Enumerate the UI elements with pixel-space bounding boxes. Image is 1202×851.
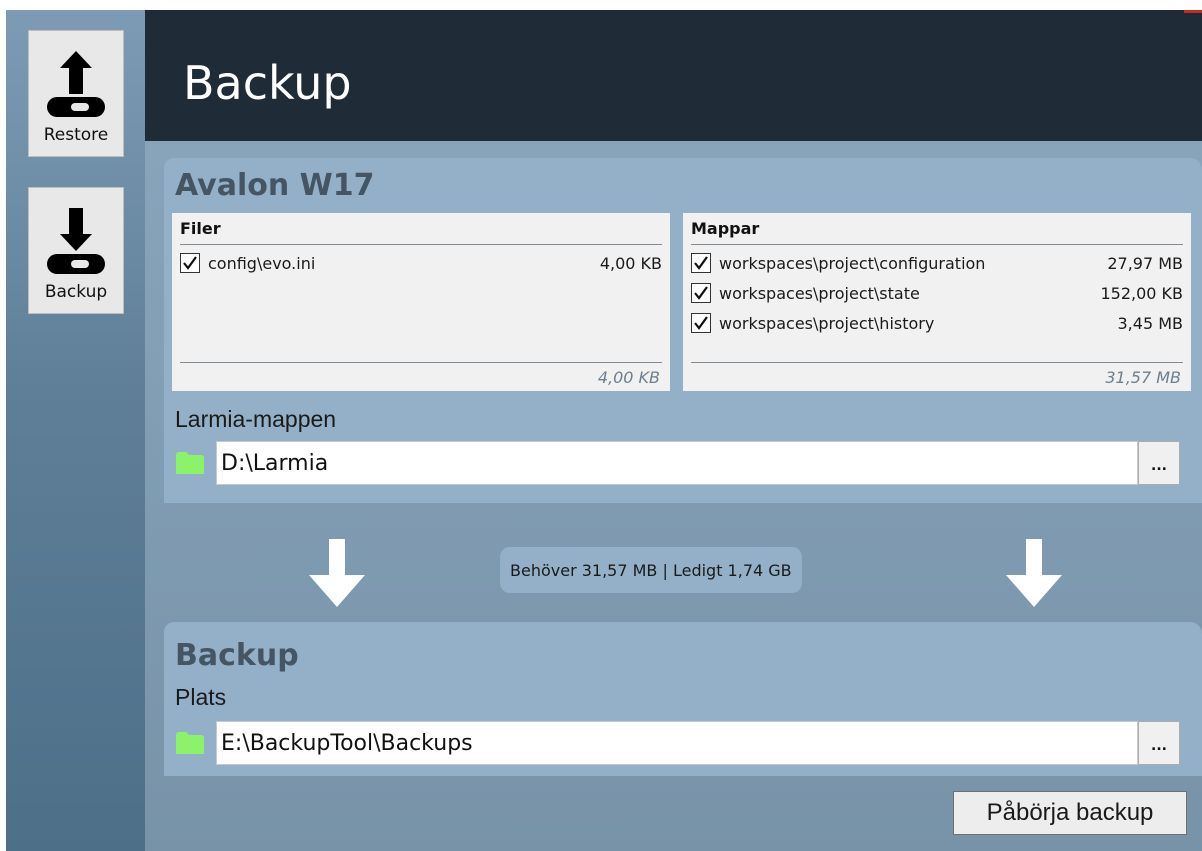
file-name: config\evo.ini bbox=[208, 253, 316, 273]
sidebar-item-backup[interactable]: Backup bbox=[28, 187, 124, 314]
main-content: Avalon W17 Filer config\evo.ini 4,00 KB … bbox=[145, 141, 1202, 851]
list-item[interactable]: config\evo.ini 4,00 KB bbox=[180, 248, 662, 278]
folders-heading: Mappar bbox=[691, 219, 760, 238]
checkbox[interactable] bbox=[691, 313, 711, 333]
close-button[interactable] bbox=[1184, 10, 1202, 13]
folder-name: workspaces\project\state bbox=[719, 283, 920, 303]
sidebar-item-label: Backup bbox=[44, 282, 108, 302]
destination-path-input[interactable]: E:\BackupTool\Backups bbox=[216, 721, 1138, 765]
checkbox[interactable] bbox=[180, 253, 200, 273]
source-title: Avalon W17 bbox=[175, 168, 375, 203]
download-drive-icon bbox=[47, 208, 105, 274]
header-bar: Backup bbox=[145, 10, 1202, 141]
folder-size: 27,97 MB bbox=[1107, 253, 1183, 273]
check-icon bbox=[694, 256, 708, 270]
files-total: 4,00 KB bbox=[597, 368, 660, 387]
checkbox[interactable] bbox=[691, 253, 711, 273]
source-panel: Avalon W17 Filer config\evo.ini 4,00 KB … bbox=[164, 158, 1202, 503]
folder-icon bbox=[176, 732, 204, 754]
sidebar-item-label: Restore bbox=[43, 125, 109, 145]
page-title: Backup bbox=[183, 56, 352, 110]
start-backup-button[interactable]: Påbörja backup bbox=[953, 791, 1187, 835]
source-path-input[interactable]: D:\Larmia bbox=[216, 441, 1138, 485]
source-folder-label: Larmia-mappen bbox=[175, 406, 337, 432]
divider bbox=[691, 244, 1183, 245]
backup-app-window: Restore Backup Backup Avalon W17 Filer c… bbox=[6, 10, 1202, 851]
folders-box: Mappar workspaces\project\configuration … bbox=[683, 213, 1191, 391]
arrow-down-icon bbox=[309, 539, 365, 607]
list-item[interactable]: workspaces\project\state 152,00 KB bbox=[691, 278, 1183, 308]
folder-size: 3,45 MB bbox=[1117, 313, 1184, 333]
files-heading: Filer bbox=[180, 219, 221, 238]
location-label: Plats bbox=[175, 684, 227, 710]
check-icon bbox=[694, 316, 708, 330]
divider bbox=[180, 362, 662, 363]
space-status: Behöver 31,57 MB | Ledigt 1,74 GB bbox=[500, 547, 802, 593]
divider bbox=[180, 244, 662, 245]
folder-name: workspaces\project\history bbox=[719, 313, 935, 333]
divider bbox=[691, 362, 1183, 363]
folder-name: workspaces\project\configuration bbox=[719, 253, 986, 273]
file-size: 4,00 KB bbox=[599, 253, 662, 273]
folder-icon bbox=[176, 452, 204, 474]
folders-total: 31,57 MB bbox=[1105, 368, 1181, 387]
list-item[interactable]: workspaces\project\history 3,45 MB bbox=[691, 308, 1183, 338]
checkbox[interactable] bbox=[691, 283, 711, 303]
arrow-down-icon bbox=[1006, 539, 1062, 607]
check-icon bbox=[694, 286, 708, 300]
browse-source-button[interactable]: ... bbox=[1138, 441, 1180, 485]
destination-title: Backup bbox=[175, 638, 299, 673]
upload-drive-icon bbox=[47, 51, 105, 117]
sidebar: Restore Backup bbox=[6, 10, 145, 851]
list-item[interactable]: workspaces\project\configuration 27,97 M… bbox=[691, 248, 1183, 278]
check-icon bbox=[183, 256, 197, 270]
destination-panel: Backup Plats E:\BackupTool\Backups ... bbox=[164, 622, 1202, 776]
folder-size: 152,00 KB bbox=[1100, 283, 1183, 303]
sidebar-item-restore[interactable]: Restore bbox=[28, 30, 124, 157]
files-box: Filer config\evo.ini 4,00 KB 4,00 KB bbox=[172, 213, 670, 391]
browse-destination-button[interactable]: ... bbox=[1138, 721, 1180, 765]
